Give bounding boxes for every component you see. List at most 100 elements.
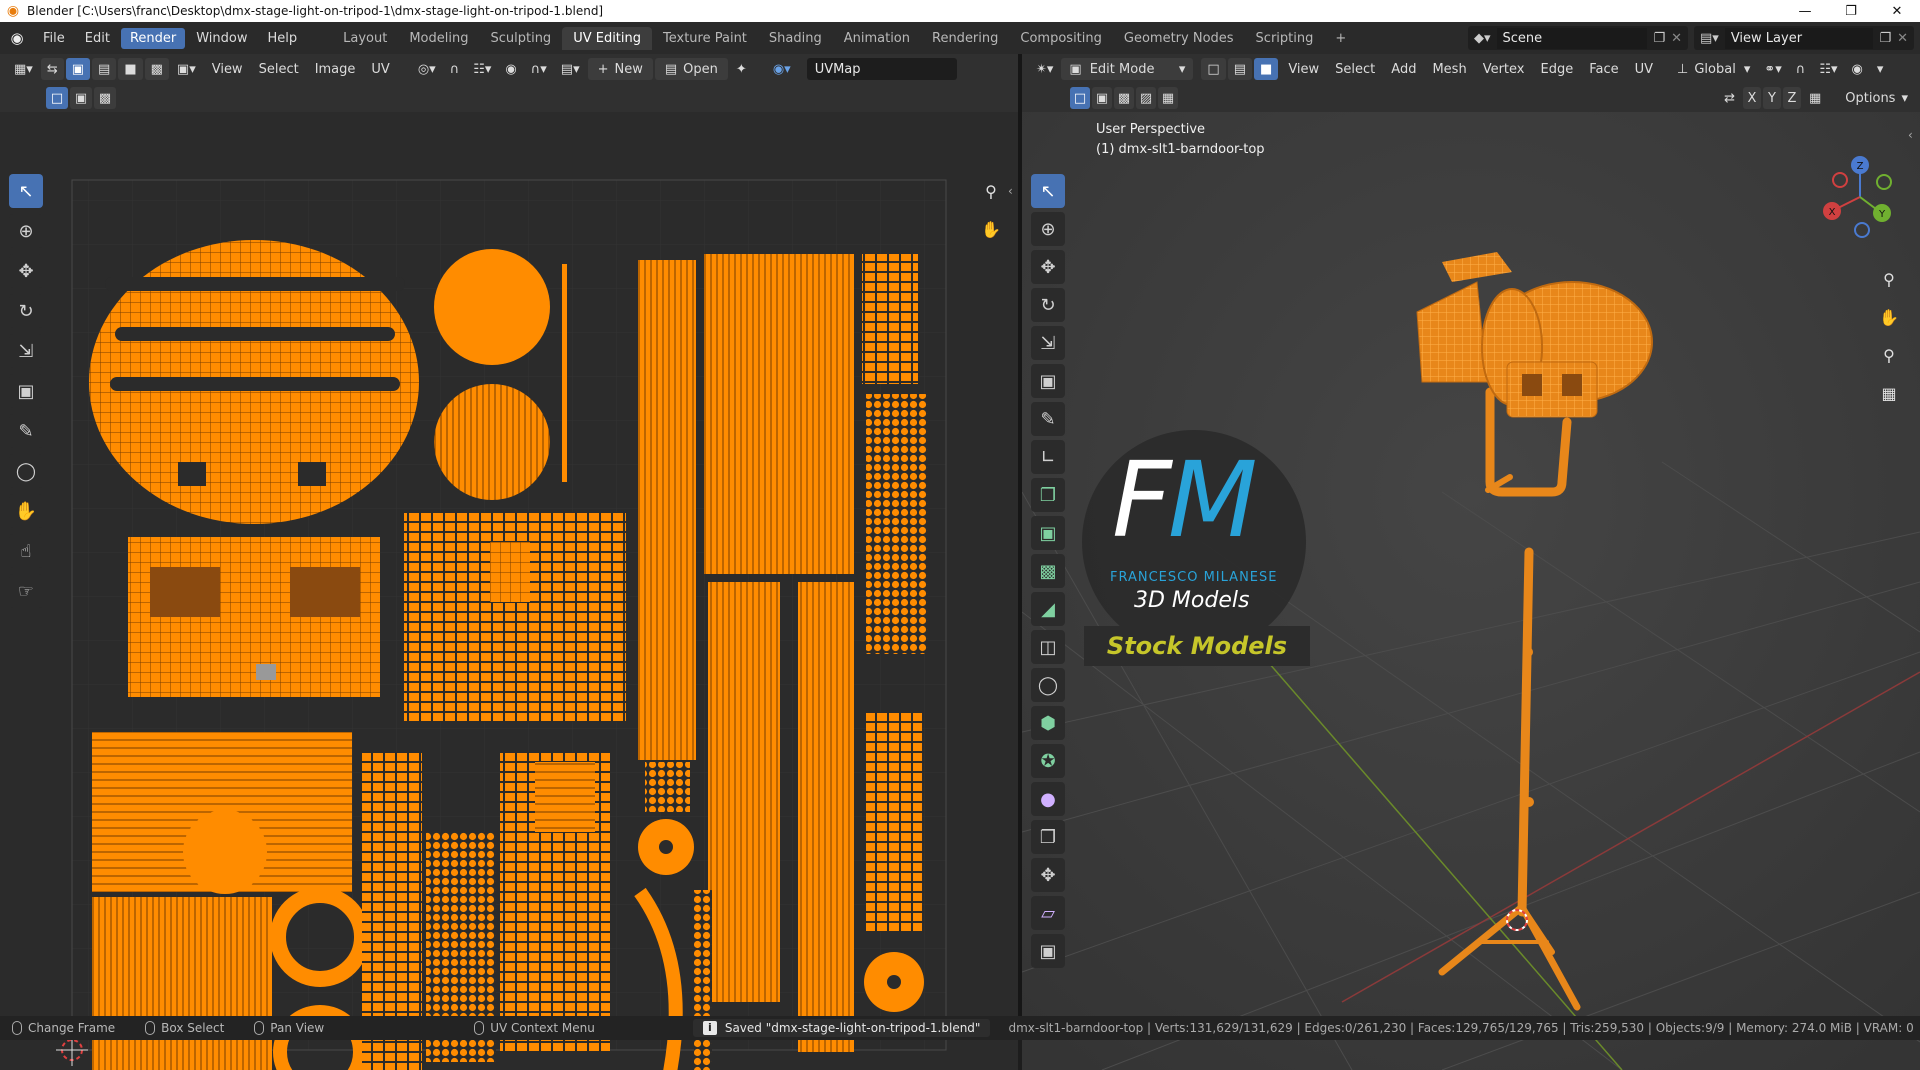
pivot-point-icon[interactable]: ⚭▾ (1758, 58, 1787, 80)
view-layer-selector[interactable]: ▤▾ View Layer ❐ ✕ (1694, 26, 1914, 50)
uv-menu-image[interactable]: Image (307, 62, 364, 77)
select-box-tool-icon[interactable]: ↖ (1031, 174, 1065, 208)
vp-scale-tool-icon[interactable]: ⇲ (1031, 326, 1065, 360)
tab-shading[interactable]: Shading (758, 27, 833, 50)
auto-merge-icon[interactable]: ▦ (1803, 87, 1827, 109)
viewport-canvas[interactable]: Z X Y User Perspective (1) dmx-slt1-barn… (1022, 112, 1920, 1070)
menu-window[interactable]: Window (187, 28, 256, 49)
vp-move-tool-icon[interactable]: ✥ (1031, 250, 1065, 284)
annotate-tool-icon[interactable]: ✎ (9, 414, 43, 448)
pin-icon[interactable]: ✦ (730, 58, 753, 80)
viewport-snap-target-icon[interactable]: ☷▾ (1813, 58, 1843, 80)
bevel-tool-icon[interactable]: ◢ (1031, 592, 1065, 626)
smooth-tool-icon[interactable]: ● (1031, 782, 1065, 816)
scene-copy-icon[interactable]: ❐ (1653, 31, 1665, 46)
menu-edit[interactable]: Edit (76, 28, 119, 49)
vp-menu-view[interactable]: View (1280, 62, 1327, 77)
mirror-y-toggle[interactable]: Y (1763, 87, 1781, 109)
vp-menu-face[interactable]: Face (1581, 62, 1626, 77)
edge-slide-tool-icon[interactable]: ❐ (1031, 820, 1065, 854)
viewport-editor-type-icon[interactable]: ✴▾ (1030, 58, 1059, 80)
falloff-icon[interactable]: ∩▾ (525, 58, 553, 80)
shear-tool-icon[interactable]: ▱ (1031, 896, 1065, 930)
vp-annotate-tool-icon[interactable]: ✎ (1031, 402, 1065, 436)
mirror-z-toggle[interactable]: Z (1783, 87, 1801, 109)
edge-mode-icon[interactable]: ▤ (1227, 58, 1253, 80)
rip-region-tool-icon[interactable]: ◯ (9, 454, 43, 488)
options-menu[interactable]: Options ▾ (1839, 87, 1914, 109)
uv-menu-uv[interactable]: UV (363, 62, 397, 77)
edge-select-icon[interactable]: ▤ (92, 58, 117, 80)
vertex-mode-icon[interactable]: □ (1201, 58, 1226, 80)
tab-scripting[interactable]: Scripting (1245, 27, 1325, 50)
snap-target-icon[interactable]: ☷▾ (467, 58, 497, 80)
zoom-icon[interactable]: ⚲ (976, 176, 1006, 206)
vp-menu-edge[interactable]: Edge (1532, 62, 1581, 77)
tab-geometry-nodes[interactable]: Geometry Nodes (1113, 27, 1245, 50)
maximize-button[interactable]: ❐ (1828, 0, 1874, 22)
spin-tool-icon[interactable]: ✪ (1031, 744, 1065, 778)
pinch-tool-icon[interactable]: ☞ (9, 574, 43, 608)
face-select-icon[interactable]: ■ (118, 58, 143, 80)
blender-menu-icon[interactable]: ◉ (0, 29, 34, 47)
snap-icon[interactable]: ∩ (444, 58, 466, 80)
viewport-falloff-icon[interactable]: ▾ (1871, 58, 1890, 80)
tab-animation[interactable]: Animation (833, 27, 921, 50)
island-select-icon[interactable]: ▩ (144, 58, 169, 80)
measure-tool-icon[interactable]: ∟ (1031, 440, 1065, 474)
close-button[interactable]: ✕ (1874, 0, 1920, 22)
tab-texture-paint[interactable]: Texture Paint (652, 27, 758, 50)
rotate-tool-icon[interactable]: ↻ (9, 294, 43, 328)
proportional-edit-icon[interactable]: ◉ (499, 58, 522, 80)
tab-uv-editing[interactable]: UV Editing (562, 26, 653, 50)
vp-select-extend-icon[interactable]: ▣ (1092, 87, 1112, 109)
ortho-toggle-icon[interactable]: ▦ (1874, 378, 1904, 408)
menu-render[interactable]: Render (120, 27, 186, 49)
uv-map-field[interactable]: UVMap (806, 58, 957, 80)
tab-modeling[interactable]: Modeling (398, 27, 479, 50)
mode-selector[interactable]: ▣ Edit Mode ▾ (1061, 58, 1194, 80)
tab-sculpting[interactable]: Sculpting (479, 27, 562, 50)
pivot-icon[interactable]: ◎▾ (412, 58, 442, 80)
tab-layout[interactable]: Layout (332, 27, 398, 50)
tab-compositing[interactable]: Compositing (1009, 27, 1113, 50)
image-browse-icon[interactable]: ▤▾ (555, 58, 586, 80)
vp-select-subtract-icon[interactable]: ▩ (1114, 87, 1134, 109)
vp-select-new-icon[interactable]: □ (1070, 87, 1090, 109)
loop-cut-tool-icon[interactable]: ◫ (1031, 630, 1065, 664)
rip-tool-icon[interactable]: ▣ (1031, 934, 1065, 968)
vp-pan-hand-icon[interactable]: ✋ (1874, 302, 1904, 332)
vp-menu-mesh[interactable]: Mesh (1424, 62, 1474, 77)
extrude-tool-icon[interactable]: ▣ (1031, 516, 1065, 550)
vp-menu-select[interactable]: Select (1327, 62, 1383, 77)
inset-tool-icon[interactable]: ▩ (1031, 554, 1065, 588)
vp-transform-tool-icon[interactable]: ▣ (1031, 364, 1065, 398)
grab-tool-icon[interactable]: ✋ (9, 494, 43, 528)
knife-tool-icon[interactable]: ◯ (1031, 668, 1065, 702)
relax-tool-icon[interactable]: ☝ (9, 534, 43, 568)
vp-menu-uv[interactable]: UV (1627, 62, 1661, 77)
select-mode-extend-icon[interactable]: ▣ (70, 87, 92, 109)
vp-cursor-tool-icon[interactable]: ⊕ (1031, 212, 1065, 246)
menu-help[interactable]: Help (259, 28, 307, 49)
open-image-button[interactable]: ▤ Open (654, 58, 728, 80)
vp-menu-vertex[interactable]: Vertex (1475, 62, 1533, 77)
tweak-tool-icon[interactable]: ↖ (9, 174, 43, 208)
new-image-button[interactable]: + New (587, 58, 653, 80)
uv-menu-select[interactable]: Select (251, 62, 307, 77)
tab-rendering[interactable]: Rendering (921, 27, 1009, 50)
mirror-icon[interactable]: ⇄ (1718, 87, 1741, 109)
overlay-icon[interactable]: ◉▾ (767, 58, 797, 80)
add-workspace-button[interactable]: + (1324, 27, 1357, 50)
select-mode-subtract-icon[interactable]: ▩ (94, 87, 116, 109)
editor-type-icon[interactable]: ▦▾ (8, 58, 39, 80)
vp-menu-add[interactable]: Add (1383, 62, 1424, 77)
cursor-tool-icon[interactable]: ⊕ (9, 214, 43, 248)
vp-select-intersect-icon[interactable]: ▦ (1158, 87, 1178, 109)
scene-remove-icon[interactable]: ✕ (1671, 31, 1682, 46)
uv-canvas[interactable]: ↖ ⊕ ✥ ↻ ⇲ ▣ ✎ ◯ ✋ ☝ ☞ ⚲ ✋ ‹ (0, 112, 1018, 1070)
vp-collapse-sidebar-icon[interactable]: ‹ (1908, 128, 1913, 142)
orientation-selector[interactable]: ⊥ Global ▾ (1671, 58, 1756, 80)
vp-rotate-tool-icon[interactable]: ↻ (1031, 288, 1065, 322)
face-mode-icon[interactable]: ■ (1254, 58, 1279, 80)
